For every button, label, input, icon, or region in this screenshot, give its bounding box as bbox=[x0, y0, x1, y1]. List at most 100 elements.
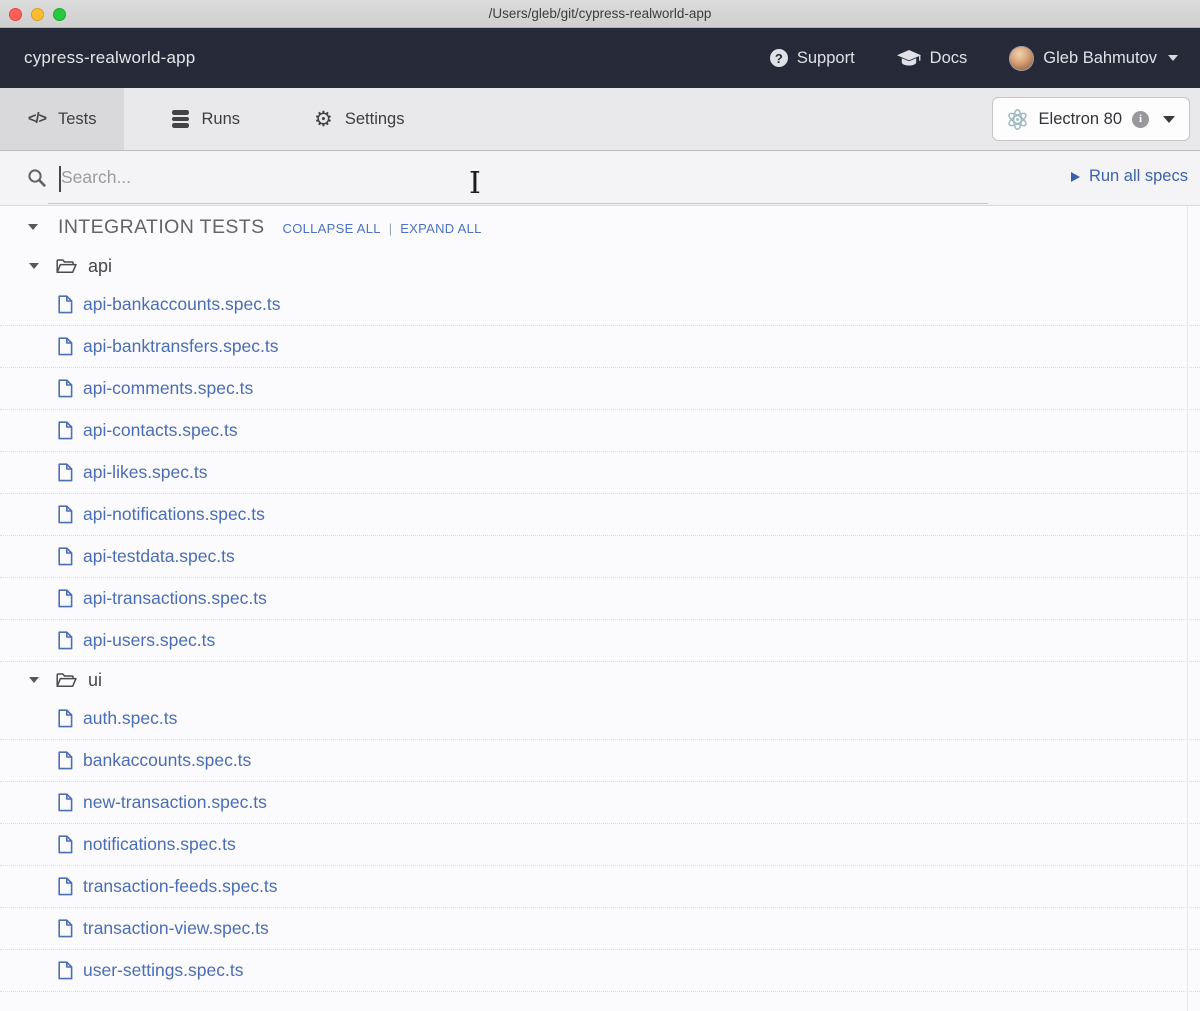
spec-file-row[interactable]: user-settings.spec.ts bbox=[0, 950, 1200, 992]
tab-tests[interactable]: </> Tests bbox=[0, 88, 124, 150]
project-name: cypress-realworld-app bbox=[24, 48, 195, 68]
specs-section-header: INTEGRATION TESTS COLLAPSE ALL | EXPAND … bbox=[0, 206, 1200, 248]
tab-settings[interactable]: ⚙ Settings bbox=[288, 88, 430, 150]
tab-bar: </> Tests Runs ⚙ Settings Electron 80 i bbox=[0, 88, 1200, 151]
folder-name: api bbox=[88, 256, 112, 277]
collapse-folder-caret-icon[interactable] bbox=[29, 263, 39, 269]
text-caret bbox=[59, 166, 61, 192]
folder-row[interactable]: api bbox=[0, 248, 1200, 284]
zoom-window-button[interactable] bbox=[53, 8, 66, 21]
link-separator: | bbox=[389, 221, 392, 236]
close-window-button[interactable] bbox=[9, 8, 22, 21]
file-icon bbox=[58, 835, 73, 854]
spec-file-name: auth.spec.ts bbox=[83, 708, 177, 729]
spec-file-row[interactable]: new-transaction.spec.ts bbox=[0, 782, 1200, 824]
spec-file-name: api-transactions.spec.ts bbox=[83, 588, 267, 609]
window-titlebar: /Users/gleb/git/cypress-realworld-app bbox=[0, 0, 1200, 28]
window-title: /Users/gleb/git/cypress-realworld-app bbox=[0, 6, 1200, 21]
app-header: cypress-realworld-app ? Support Docs Gle… bbox=[0, 28, 1200, 88]
folder-name: ui bbox=[88, 670, 102, 691]
spec-file-row[interactable]: transaction-view.spec.ts bbox=[0, 908, 1200, 950]
file-icon bbox=[58, 793, 73, 812]
docs-link[interactable]: Docs bbox=[897, 49, 968, 68]
browser-selector-label: Electron 80 bbox=[1039, 110, 1122, 129]
spec-file-name: transaction-feeds.spec.ts bbox=[83, 876, 278, 897]
spec-file-name: api-contacts.spec.ts bbox=[83, 420, 238, 441]
tab-settings-label: Settings bbox=[345, 110, 405, 129]
search-input-wrap bbox=[48, 151, 988, 204]
search-icon bbox=[27, 168, 47, 193]
tab-runs-label: Runs bbox=[201, 110, 240, 129]
support-link[interactable]: ? Support bbox=[770, 49, 855, 68]
spec-file-row[interactable]: api-contacts.spec.ts bbox=[0, 410, 1200, 452]
file-icon bbox=[58, 295, 73, 314]
tab-runs[interactable]: Runs bbox=[146, 88, 266, 150]
file-icon bbox=[58, 337, 73, 356]
spec-file-row[interactable]: api-testdata.spec.ts bbox=[0, 536, 1200, 578]
spec-file-row[interactable]: api-comments.spec.ts bbox=[0, 368, 1200, 410]
play-icon bbox=[1071, 172, 1080, 182]
file-icon bbox=[58, 751, 73, 770]
collapse-folder-caret-icon[interactable] bbox=[29, 677, 39, 683]
file-icon bbox=[58, 919, 73, 938]
browser-selector-button[interactable]: Electron 80 i bbox=[992, 97, 1190, 141]
specs-panel: INTEGRATION TESTS COLLAPSE ALL | EXPAND … bbox=[0, 206, 1200, 1011]
folder-open-icon bbox=[56, 258, 77, 275]
file-icon bbox=[58, 379, 73, 398]
spec-file-name: api-notifications.spec.ts bbox=[83, 504, 265, 525]
database-icon bbox=[172, 110, 189, 127]
header-nav: ? Support Docs Gleb Bahmutov bbox=[770, 46, 1178, 71]
folder-row[interactable]: ui bbox=[0, 662, 1200, 698]
file-icon bbox=[58, 547, 73, 566]
collapse-section-caret-icon[interactable] bbox=[28, 224, 38, 230]
tab-tests-label: Tests bbox=[58, 110, 97, 129]
collapse-all-link[interactable]: COLLAPSE ALL bbox=[283, 221, 381, 236]
file-icon bbox=[58, 463, 73, 482]
spec-file-name: new-transaction.spec.ts bbox=[83, 792, 267, 813]
search-input[interactable] bbox=[48, 151, 988, 203]
spec-file-row[interactable]: api-banktransfers.spec.ts bbox=[0, 326, 1200, 368]
user-avatar bbox=[1009, 46, 1034, 71]
spec-file-row[interactable]: api-likes.spec.ts bbox=[0, 452, 1200, 494]
folder-open-icon bbox=[56, 672, 77, 689]
spec-file-row[interactable]: notifications.spec.ts bbox=[0, 824, 1200, 866]
file-icon bbox=[58, 877, 73, 896]
spec-file-row[interactable]: api-users.spec.ts bbox=[0, 620, 1200, 662]
file-icon bbox=[58, 709, 73, 728]
specs-links: COLLAPSE ALL | EXPAND ALL bbox=[283, 221, 482, 236]
info-icon[interactable]: i bbox=[1132, 111, 1149, 128]
support-label: Support bbox=[797, 49, 855, 68]
window-controls bbox=[0, 8, 66, 21]
spec-file-row[interactable]: auth.spec.ts bbox=[0, 698, 1200, 740]
spec-list: api api-bankaccounts.spec.ts api-banktrans… bbox=[0, 248, 1200, 992]
user-menu[interactable]: Gleb Bahmutov bbox=[1009, 46, 1178, 71]
spec-file-row[interactable]: api-notifications.spec.ts bbox=[0, 494, 1200, 536]
run-all-specs-label: Run all specs bbox=[1089, 167, 1188, 186]
minimize-window-button[interactable] bbox=[31, 8, 44, 21]
chevron-down-icon bbox=[1163, 116, 1175, 123]
specs-section-title: INTEGRATION TESTS bbox=[58, 216, 265, 239]
spec-file-row[interactable]: api-bankaccounts.spec.ts bbox=[0, 284, 1200, 326]
spec-file-name: api-likes.spec.ts bbox=[83, 462, 208, 483]
spec-file-name: api-testdata.spec.ts bbox=[83, 546, 235, 567]
scrollbar-track[interactable] bbox=[1187, 206, 1188, 1011]
spec-file-row[interactable]: transaction-feeds.spec.ts bbox=[0, 866, 1200, 908]
spec-file-name: bankaccounts.spec.ts bbox=[83, 750, 251, 771]
electron-icon bbox=[1006, 108, 1029, 131]
expand-all-link[interactable]: EXPAND ALL bbox=[400, 221, 482, 236]
run-all-specs-button[interactable]: Run all specs bbox=[1071, 167, 1188, 186]
question-circle-icon: ? bbox=[770, 49, 788, 67]
code-icon: </> bbox=[28, 111, 46, 127]
spec-file-name: api-users.spec.ts bbox=[83, 630, 215, 651]
docs-label: Docs bbox=[930, 49, 968, 68]
user-name: Gleb Bahmutov bbox=[1043, 49, 1157, 68]
spec-file-row[interactable]: bankaccounts.spec.ts bbox=[0, 740, 1200, 782]
spec-file-name: api-banktransfers.spec.ts bbox=[83, 336, 279, 357]
search-bar: Run all specs bbox=[0, 151, 1200, 206]
gear-icon: ⚙ bbox=[314, 109, 333, 130]
spec-file-name: notifications.spec.ts bbox=[83, 834, 236, 855]
file-icon bbox=[58, 961, 73, 980]
spec-file-row[interactable]: api-transactions.spec.ts bbox=[0, 578, 1200, 620]
file-icon bbox=[58, 631, 73, 650]
file-icon bbox=[58, 421, 73, 440]
